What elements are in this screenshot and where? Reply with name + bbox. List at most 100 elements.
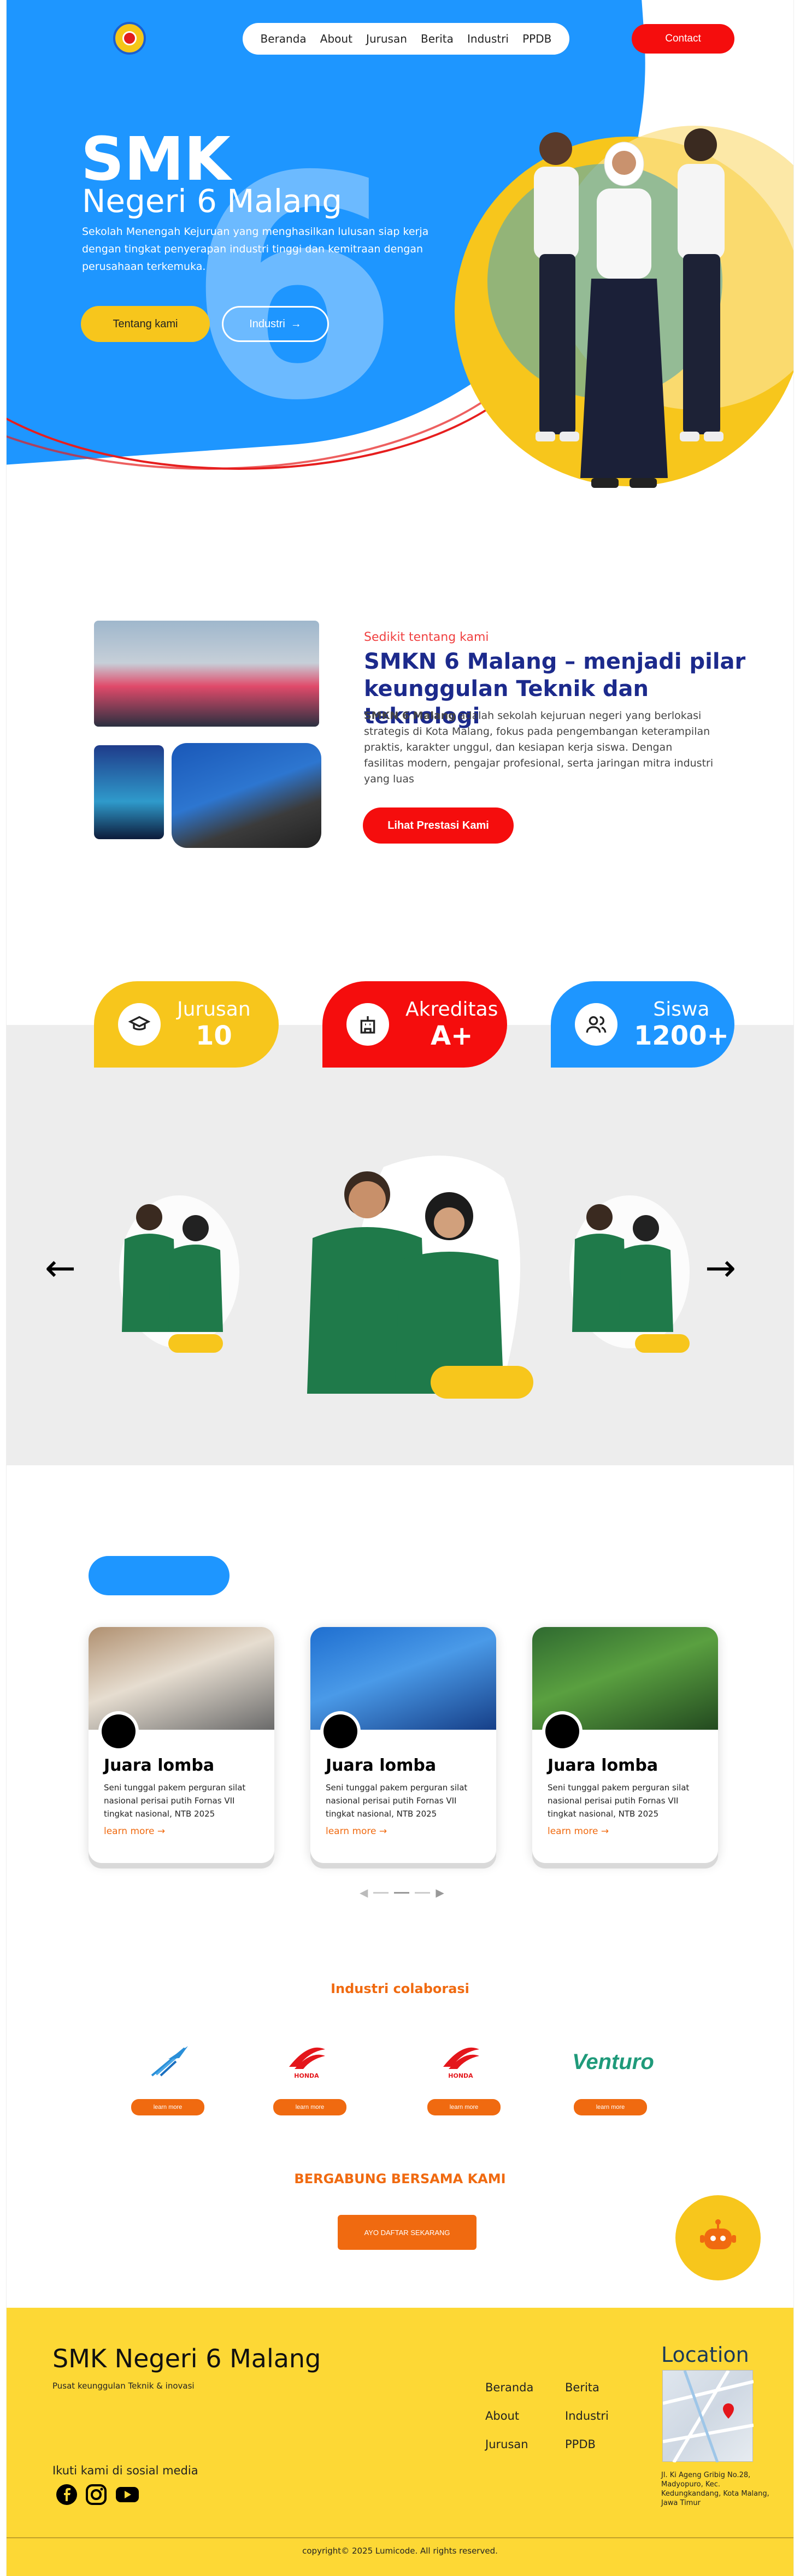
footer-links-col1: Beranda About Jurusan xyxy=(485,2373,533,2459)
nav-item-berita[interactable]: Berita xyxy=(421,32,454,45)
location-map[interactable] xyxy=(662,2369,754,2463)
industry-logo-4-text: Venturo xyxy=(572,2049,654,2074)
footer: SMK Negeri 6 Malang Pusat keunggulan Tek… xyxy=(7,2308,793,2576)
chatbot-button[interactable] xyxy=(675,2195,761,2280)
user-icon xyxy=(545,1714,579,1748)
nav-item-beranda[interactable]: Beranda xyxy=(261,32,307,45)
about-photo-workers xyxy=(94,621,319,727)
footer-link-industri[interactable]: Industri xyxy=(565,2402,609,2430)
about-photo-building xyxy=(172,743,321,848)
footer-link-beranda[interactable]: Beranda xyxy=(485,2373,533,2402)
footer-link-berita[interactable]: Berita xyxy=(565,2373,609,2402)
join-title: BERGABUNG BERSAMA KAMI xyxy=(294,2171,506,2186)
stat-jurusan-label: Jurusan xyxy=(177,998,251,1021)
stat-jurusan-value: 10 xyxy=(195,1020,232,1051)
industry-learn-more-button[interactable]: learn more xyxy=(273,2099,346,2115)
stat-jurusan: Jurusan 10 xyxy=(94,981,279,1068)
news-card-link[interactable]: learn more → xyxy=(548,1826,609,1837)
footer-link-jurusan[interactable]: Jurusan xyxy=(485,2430,533,2459)
nav-item-ppdb[interactable]: PPDB xyxy=(522,32,551,45)
news-card-link[interactable]: learn more → xyxy=(326,1826,387,1837)
hero-subtitle: Negeri 6 Malang xyxy=(82,182,343,220)
industry-learn-more-button[interactable]: learn more xyxy=(574,2099,647,2115)
pager-dot-active[interactable] xyxy=(394,1891,410,1894)
page: 6 Beranda About Jurusan Berita Industri … xyxy=(7,0,793,2576)
news-card[interactable]: Juara lomba Seni tunggal pakem perguran … xyxy=(310,1627,496,1863)
news-section-pill xyxy=(89,1556,230,1595)
slide-right-pill xyxy=(635,1334,690,1353)
industry-learn-more-button[interactable]: learn more xyxy=(427,2099,501,2115)
news-card[interactable]: Juara lomba Seni tunggal pakem perguran … xyxy=(532,1627,718,1863)
news-card-text: Seni tunggal pakem perguran silat nasion… xyxy=(104,1783,246,1819)
pager-prev-icon[interactable]: ◀ xyxy=(360,1886,368,1899)
industry-button[interactable]: Industri → xyxy=(222,306,329,342)
carousel-slide-left[interactable] xyxy=(103,1190,239,1354)
slide-left-pill xyxy=(168,1334,223,1353)
register-now-button[interactable]: AYO DAFTAR SEKARANG xyxy=(338,2215,477,2250)
honda-wing-icon xyxy=(443,2047,479,2069)
honda-wing-icon xyxy=(289,2047,325,2069)
carousel-next-button[interactable]: → xyxy=(705,1250,736,1287)
footer-link-ppdb[interactable]: PPDB xyxy=(565,2430,609,2459)
building-icon xyxy=(346,1003,389,1046)
industry-learn-more-button[interactable]: learn more xyxy=(131,2099,204,2115)
avatar xyxy=(320,1711,361,1752)
footer-link-about[interactable]: About xyxy=(485,2402,533,2430)
graduation-cap-icon xyxy=(118,1003,161,1046)
pager-dot[interactable] xyxy=(415,1891,431,1894)
map-pin-icon xyxy=(662,2369,754,2463)
nav-item-industri[interactable]: Industri xyxy=(467,32,509,45)
pager-next-icon[interactable]: ▶ xyxy=(436,1886,444,1899)
footer-address: Jl. Ki Ageng Gribig No.28, Madyopuro, Ke… xyxy=(661,2471,769,2507)
news-card[interactable]: Juara lomba Seni tunggal pakem perguran … xyxy=(89,1627,274,1863)
nav-item-jurusan[interactable]: Jurusan xyxy=(366,32,407,45)
instagram-icon[interactable] xyxy=(85,2484,107,2506)
industry-title: Industri colaborasi xyxy=(331,1981,469,1996)
social-links xyxy=(56,2484,140,2506)
footer-location-title: Location xyxy=(661,2343,749,2367)
robot-icon xyxy=(700,2219,736,2249)
contact-button[interactable]: Contact xyxy=(632,24,734,54)
students-illustration xyxy=(534,128,725,488)
users-icon xyxy=(575,1003,617,1046)
news-card-link[interactable]: learn more → xyxy=(104,1826,165,1837)
avatar xyxy=(542,1711,583,1752)
facebook-icon[interactable] xyxy=(56,2484,78,2506)
youtube-icon[interactable] xyxy=(115,2484,140,2506)
footer-copyright: copyright© 2025 Lumicode. All rights res… xyxy=(302,2546,498,2556)
avatar xyxy=(98,1711,139,1752)
carousel-prev-button[interactable]: ← xyxy=(45,1250,76,1287)
about-photo-event xyxy=(94,745,164,839)
industry-button-label: Industri xyxy=(249,317,285,330)
carousel-slide-right[interactable] xyxy=(553,1190,690,1354)
industry-logo-1 xyxy=(136,2039,201,2085)
nav-item-about[interactable]: About xyxy=(320,32,352,45)
student-pair-photo xyxy=(569,1195,690,1348)
stat-siswa: Siswa 1200+ xyxy=(551,981,734,1068)
stat-siswa-value: 1200+ xyxy=(634,1020,729,1051)
school-logo[interactable] xyxy=(113,22,146,55)
news-card-text: Seni tunggal pakem perguran silat nasion… xyxy=(326,1783,468,1819)
arrow-right-icon: → xyxy=(290,317,302,330)
industry-logo-4: Venturo xyxy=(558,2039,668,2085)
about-eyebrow: Sedikit tentang kami xyxy=(364,630,489,644)
stat-akreditas: Akreditas A+ xyxy=(322,981,507,1068)
about-text-strong: SMKN 6 Malang xyxy=(364,710,456,722)
about-us-button[interactable]: Tentang kami xyxy=(81,306,210,342)
view-achievements-button[interactable]: Lihat Prestasi Kami xyxy=(363,807,514,844)
hero-title: SMK xyxy=(81,124,231,194)
hero-students-photo xyxy=(509,115,761,492)
user-icon xyxy=(102,1714,136,1748)
industry-logo-3: HONDA xyxy=(431,2039,491,2085)
news-card-title: Juara lomba xyxy=(104,1756,215,1775)
stat-akreditas-value: A+ xyxy=(431,1020,473,1051)
hero-description: Sekolah Menengah Kejuruan yang menghasil… xyxy=(82,226,429,273)
student-pair-photo-main xyxy=(307,1156,520,1394)
stat-siswa-label: Siswa xyxy=(653,998,710,1021)
carousel-slide-center[interactable] xyxy=(274,1145,537,1396)
footer-links-col2: Berita Industri PPDB xyxy=(565,2373,609,2459)
student-pair-photo xyxy=(119,1195,239,1348)
pager-dot[interactable] xyxy=(373,1891,389,1894)
footer-tagline: Pusat keunggulan Teknik & inovasi xyxy=(52,2381,195,2391)
footer-follow-label: Ikuti kami di sosial media xyxy=(52,2464,198,2477)
